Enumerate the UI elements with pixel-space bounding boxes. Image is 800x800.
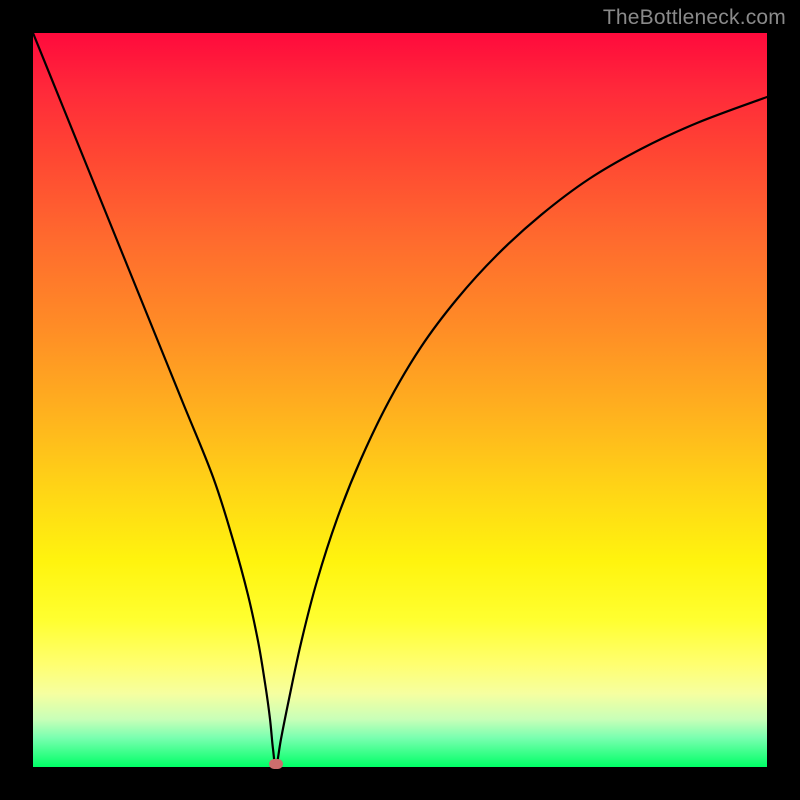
chart-frame: TheBottleneck.com (0, 0, 800, 800)
bottleneck-curve (33, 33, 767, 767)
attribution-text: TheBottleneck.com (603, 6, 786, 30)
optimal-point-marker (269, 759, 283, 769)
plot-area (33, 33, 767, 767)
